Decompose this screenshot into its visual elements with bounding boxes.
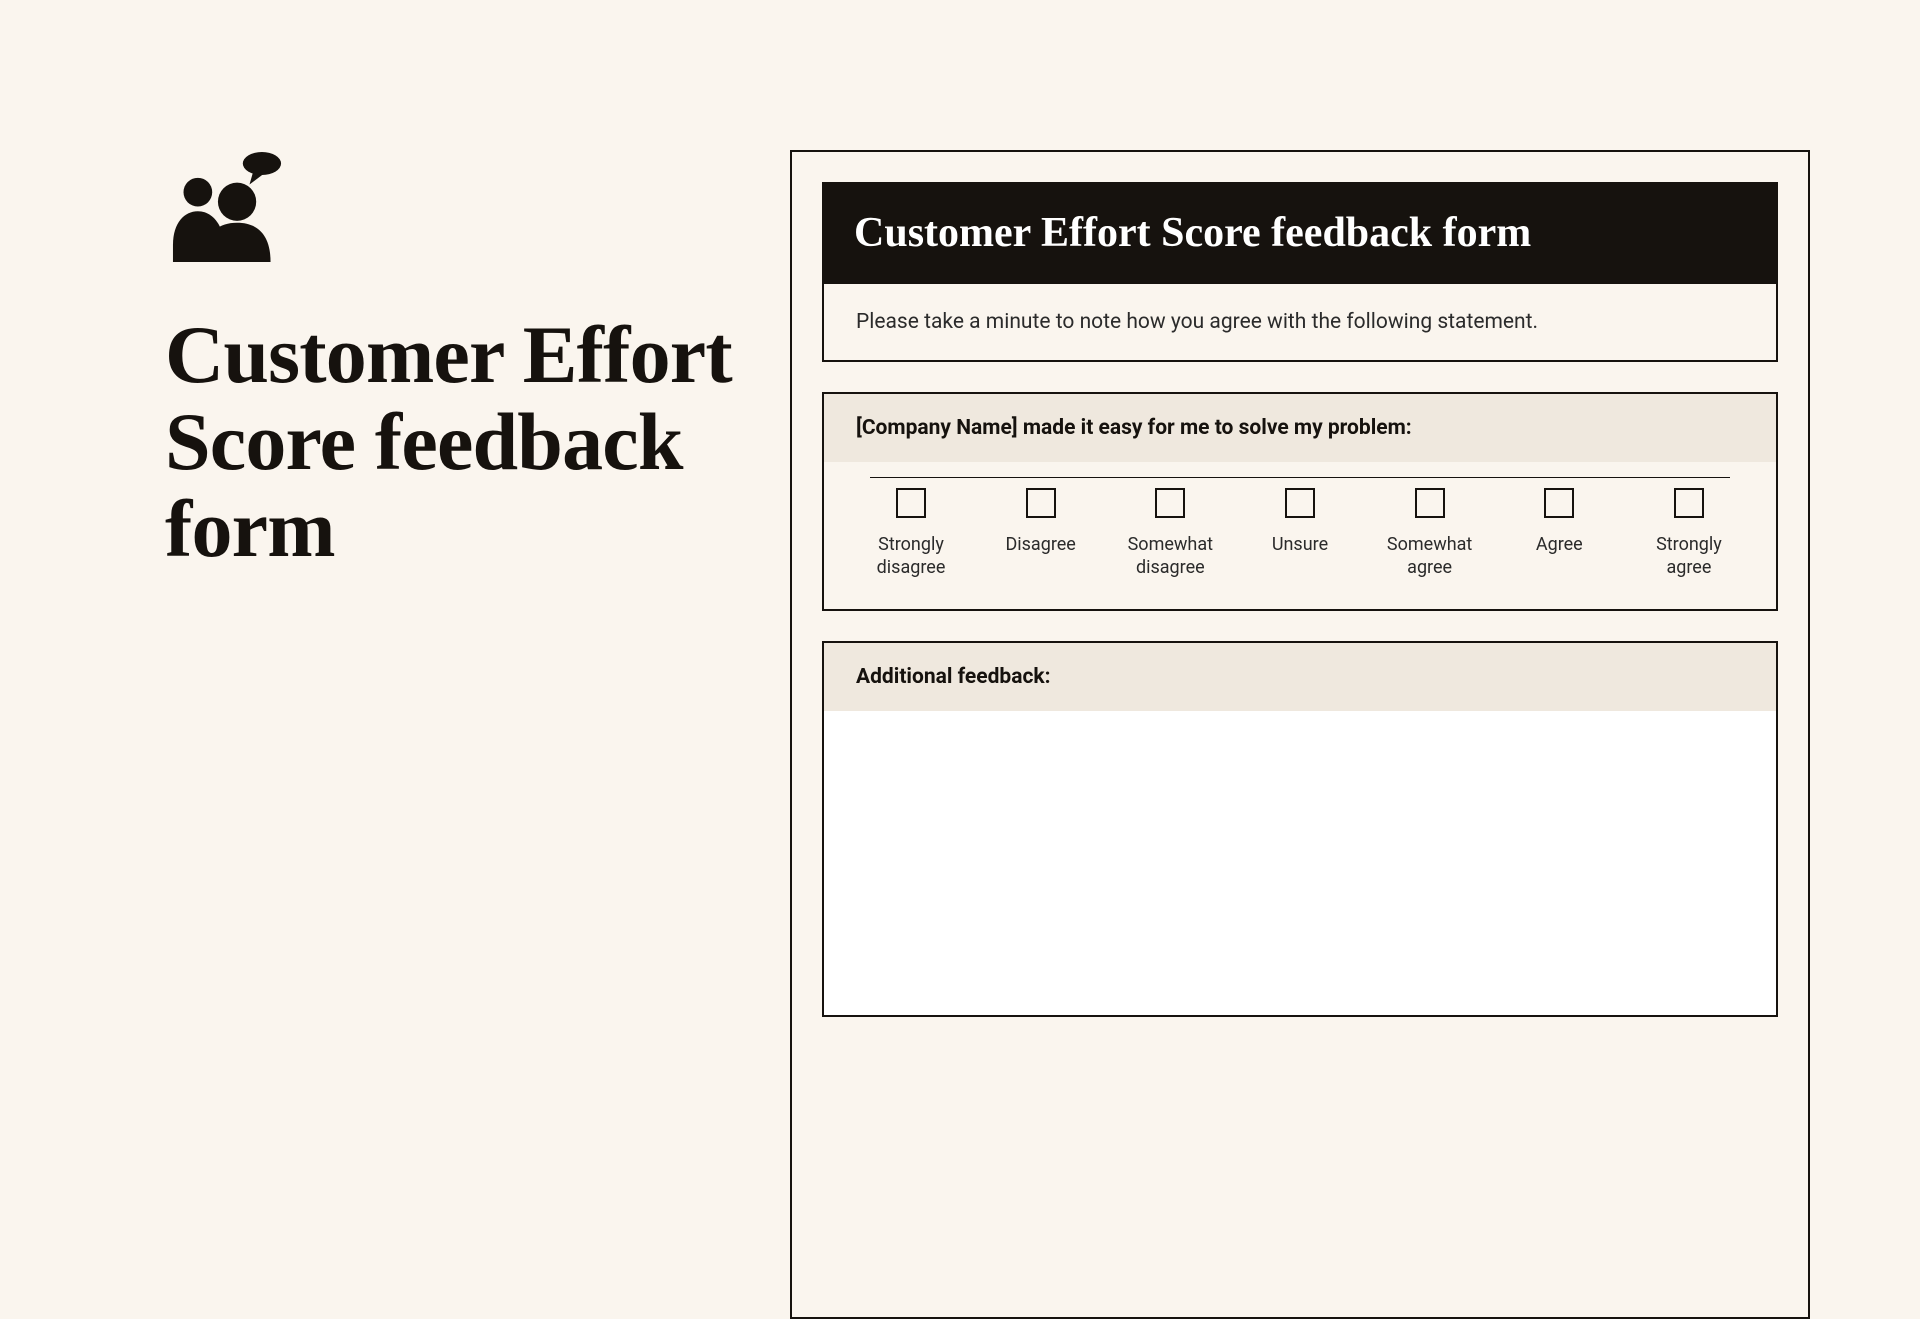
scale-checkbox-5[interactable]	[1415, 488, 1445, 518]
left-column: Customer Effort Score feedback form	[165, 152, 785, 573]
scale-label-3: Somewhat disagree	[1115, 534, 1225, 579]
scale-checkbox-1[interactable]	[896, 488, 926, 518]
feedback-people-icon	[165, 152, 290, 262]
scale-label-7: Strongly agree	[1634, 534, 1744, 579]
scale-item-5: Somewhat agree	[1375, 488, 1485, 579]
question-title: [Company Name] made it easy for me to so…	[824, 394, 1776, 462]
question-box: [Company Name] made it easy for me to so…	[822, 392, 1778, 611]
additional-feedback-box: Additional feedback:	[822, 641, 1778, 1017]
scale-item-2: Disagree	[986, 488, 1096, 557]
scale-item-4: Unsure	[1245, 488, 1355, 557]
scale-item-7: Strongly agree	[1634, 488, 1744, 579]
scale-label-4: Unsure	[1272, 534, 1328, 557]
scale-label-6: Agree	[1536, 534, 1583, 557]
scale-checkbox-3[interactable]	[1155, 488, 1185, 518]
scale-item-6: Agree	[1504, 488, 1614, 557]
scale-checkbox-2[interactable]	[1026, 488, 1056, 518]
scale-checkbox-7[interactable]	[1674, 488, 1704, 518]
scale-row: Strongly disagree Disagree Somewhat disa…	[856, 488, 1744, 579]
scale-item-3: Somewhat disagree	[1115, 488, 1225, 579]
scale-item-1: Strongly disagree	[856, 488, 966, 579]
additional-feedback-textarea[interactable]	[824, 711, 1776, 1011]
form-container: Customer Effort Score feedback form Plea…	[790, 150, 1810, 1319]
scale-checkbox-4[interactable]	[1285, 488, 1315, 518]
scale-connector-line	[870, 477, 1730, 478]
scale-area: Strongly disagree Disagree Somewhat disa…	[824, 462, 1776, 609]
additional-feedback-label: Additional feedback:	[824, 643, 1776, 711]
form-header: Customer Effort Score feedback form	[822, 182, 1778, 284]
page-title: Customer Effort Score feedback form	[165, 312, 785, 573]
scale-label-1: Strongly disagree	[856, 534, 966, 579]
scale-checkbox-6[interactable]	[1544, 488, 1574, 518]
scale-label-5: Somewhat agree	[1375, 534, 1485, 579]
scale-label-2: Disagree	[1005, 534, 1075, 557]
form-intro: Please take a minute to note how you agr…	[822, 284, 1778, 362]
